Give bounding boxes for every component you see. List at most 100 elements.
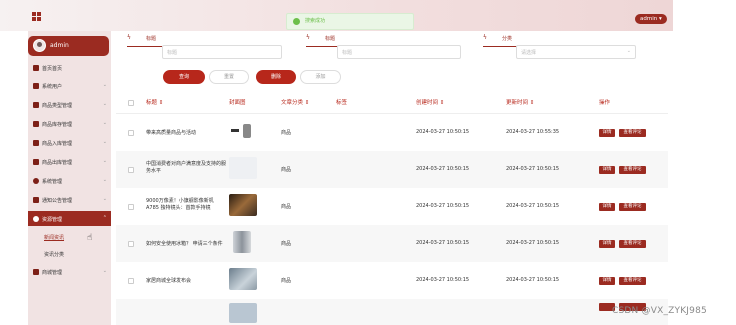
- chevron-down-icon: ⌄: [102, 158, 107, 164]
- select-all-checkbox[interactable]: [128, 100, 134, 106]
- sidebar-item-stock-in[interactable]: 商品入库管理 ⌄: [28, 135, 111, 153]
- sidebar-item-stock-out[interactable]: 商品出库管理 ⌄: [28, 154, 111, 172]
- sidebar-item-inventory[interactable]: 商品库存管理 ⌄: [28, 116, 111, 134]
- table-header: 标题 ⇕ 封面图 文章分类 ⇕ 标签 创建时间 ⇕ 更新时间 ⇕ 操作: [116, 92, 668, 114]
- row-checkbox[interactable]: [128, 278, 134, 284]
- menu-grid-icon[interactable]: [32, 12, 41, 21]
- sidebar-item-mall[interactable]: 商城管理 ⌄: [28, 264, 111, 282]
- main-content: ϟ 标题 标题 ϟ 标题 标题 ϟ 分类 请选择 ⌄ 查询 重置 删除 添加 标…: [111, 31, 673, 325]
- sidebar-item-label: 首页首页: [42, 66, 63, 72]
- column-created[interactable]: 创建时间 ⇕: [416, 98, 444, 106]
- row-created: 2024-03-27 10:50:15: [416, 166, 470, 172]
- sidebar: admin 首页首页 系统用户 ⌄ 商品类型管理 ⌄ 商品库存管理 ⌄ 商品入库…: [28, 31, 111, 325]
- column-updated[interactable]: 更新时间 ⇕: [506, 98, 534, 106]
- pen-icon: ϟ: [483, 34, 487, 41]
- chevron-down-icon: ⌄: [102, 82, 107, 88]
- sidebar-item-label: 商品类型管理: [42, 103, 73, 109]
- table-row: 带来高质量商品与活动 商品 2024-03-27 10:50:15 2024-0…: [116, 114, 668, 151]
- row-category: 商品: [281, 130, 292, 136]
- row-title: 9000万像素！小旗舰影像新机A785 独特镜头：首款手持镜: [146, 198, 214, 211]
- row-category: 商品: [281, 167, 292, 173]
- mouse-cursor-icon: ☝: [87, 233, 93, 243]
- row-category: 商品: [281, 278, 292, 284]
- table-row: 9000万像素！小旗舰影像新机A785 独特镜头：首款手持镜 商品 2024-0…: [116, 188, 668, 225]
- column-category[interactable]: 文章分类 ⇕: [281, 98, 309, 106]
- top-bar: 搜索成功 admin ▾: [0, 0, 673, 31]
- cover-image: [229, 120, 255, 142]
- title-search-input[interactable]: 标题: [162, 45, 282, 59]
- cart-icon: [33, 269, 39, 275]
- sidebar-item-notices[interactable]: 通知公告管理 ⌄: [28, 192, 111, 210]
- view-comments-button[interactable]: 查看评论: [619, 166, 646, 174]
- chevron-down-icon: ⌄: [102, 120, 107, 126]
- reset-button[interactable]: 重置: [209, 70, 249, 84]
- sidebar-subitem-news[interactable]: 新闻资讯: [44, 234, 64, 241]
- grid-icon: [33, 102, 39, 108]
- sidebar-item-label: 通知公告管理: [42, 198, 73, 204]
- row-checkbox[interactable]: [128, 167, 134, 173]
- row-checkbox[interactable]: [128, 130, 134, 136]
- sidebar-item-label: 系统用户: [42, 84, 63, 90]
- cover-image: [229, 268, 257, 290]
- label-text: 分类: [502, 36, 513, 42]
- detail-button[interactable]: 详情: [599, 240, 615, 248]
- pen-icon: ϟ: [306, 34, 310, 41]
- document-icon: [33, 197, 39, 203]
- row-created: 2024-03-27 10:50:15: [416, 240, 470, 246]
- chevron-down-icon: ⌄: [102, 139, 107, 145]
- sidebar-item-label: 商品入库管理: [42, 141, 73, 147]
- row-created: 2024-03-27 10:50:15: [416, 203, 470, 209]
- sidebar-item-system[interactable]: 系统管理 ⌄: [28, 173, 111, 191]
- detail-button[interactable]: 详情: [599, 129, 615, 137]
- chevron-up-icon: ⌃: [102, 215, 107, 221]
- detail-button[interactable]: 详情: [599, 166, 615, 174]
- pie-chart-icon: [33, 216, 39, 222]
- column-actions: 操作: [599, 100, 611, 106]
- delete-button[interactable]: 删除: [256, 70, 296, 84]
- sidebar-item-label: 系统管理: [42, 179, 63, 185]
- row-category: 商品: [281, 204, 292, 210]
- sidebar-item-label: 资源管理: [42, 217, 63, 223]
- sidebar-subitem-news-category[interactable]: 资讯分类: [44, 251, 64, 258]
- label-text: 标题: [146, 36, 157, 42]
- table-row: 家居商城全球发布会 商品 2024-03-27 10:50:15 2024-03…: [116, 262, 668, 299]
- sidebar-item-home[interactable]: 首页首页: [28, 60, 111, 78]
- admin-dropdown[interactable]: admin ▾: [635, 14, 667, 24]
- search-label-category: ϟ 分类: [483, 31, 519, 47]
- view-comments-button[interactable]: 查看评论: [619, 129, 646, 137]
- title-search-input-2[interactable]: 标题: [337, 45, 461, 59]
- avatar: [33, 39, 46, 52]
- user-icon: [33, 83, 39, 89]
- sidebar-item-resources[interactable]: 资源管理 ⌃: [28, 211, 111, 226]
- user-panel: admin: [28, 36, 109, 56]
- chevron-down-icon: ⌄: [626, 48, 631, 54]
- grid-icon: [33, 159, 39, 165]
- sidebar-item-product-types[interactable]: 商品类型管理 ⌄: [28, 97, 111, 115]
- detail-button[interactable]: 详情: [599, 203, 615, 211]
- cover-image: [229, 194, 257, 216]
- query-button[interactable]: 查询: [163, 70, 205, 84]
- row-checkbox[interactable]: [128, 241, 134, 247]
- detail-button[interactable]: 详情: [599, 277, 615, 285]
- chevron-down-icon: ⌄: [102, 101, 107, 107]
- category-select[interactable]: 请选择 ⌄: [516, 45, 636, 59]
- row-checkbox[interactable]: [128, 204, 134, 210]
- sidebar-item-users[interactable]: 系统用户 ⌄: [28, 78, 111, 96]
- table-row: 中国消费者对商户满意度及支持的服务水平 商品 2024-03-27 10:50:…: [116, 151, 668, 188]
- row-updated: 2024-03-27 10:50:15: [506, 240, 560, 246]
- view-comments-button[interactable]: 查看评论: [619, 277, 646, 285]
- chevron-down-icon: ⌄: [102, 196, 107, 202]
- row-title: 如何安全使用冰箱？ 申请三个条件: [146, 241, 223, 247]
- sidebar-item-label: 商城管理: [42, 270, 63, 276]
- view-comments-button[interactable]: 查看评论: [619, 203, 646, 211]
- view-comments-button[interactable]: 查看评论: [619, 240, 646, 248]
- add-button[interactable]: 添加: [300, 70, 341, 84]
- check-circle-icon: [293, 18, 300, 25]
- success-toast: 搜索成功: [286, 13, 414, 30]
- grid-icon: [33, 140, 39, 146]
- row-updated: 2024-03-27 10:50:15: [506, 203, 560, 209]
- column-title[interactable]: 标题 ⇕: [146, 98, 163, 106]
- gear-icon: [33, 178, 39, 184]
- cover-image: [233, 231, 251, 253]
- home-icon: [33, 65, 39, 71]
